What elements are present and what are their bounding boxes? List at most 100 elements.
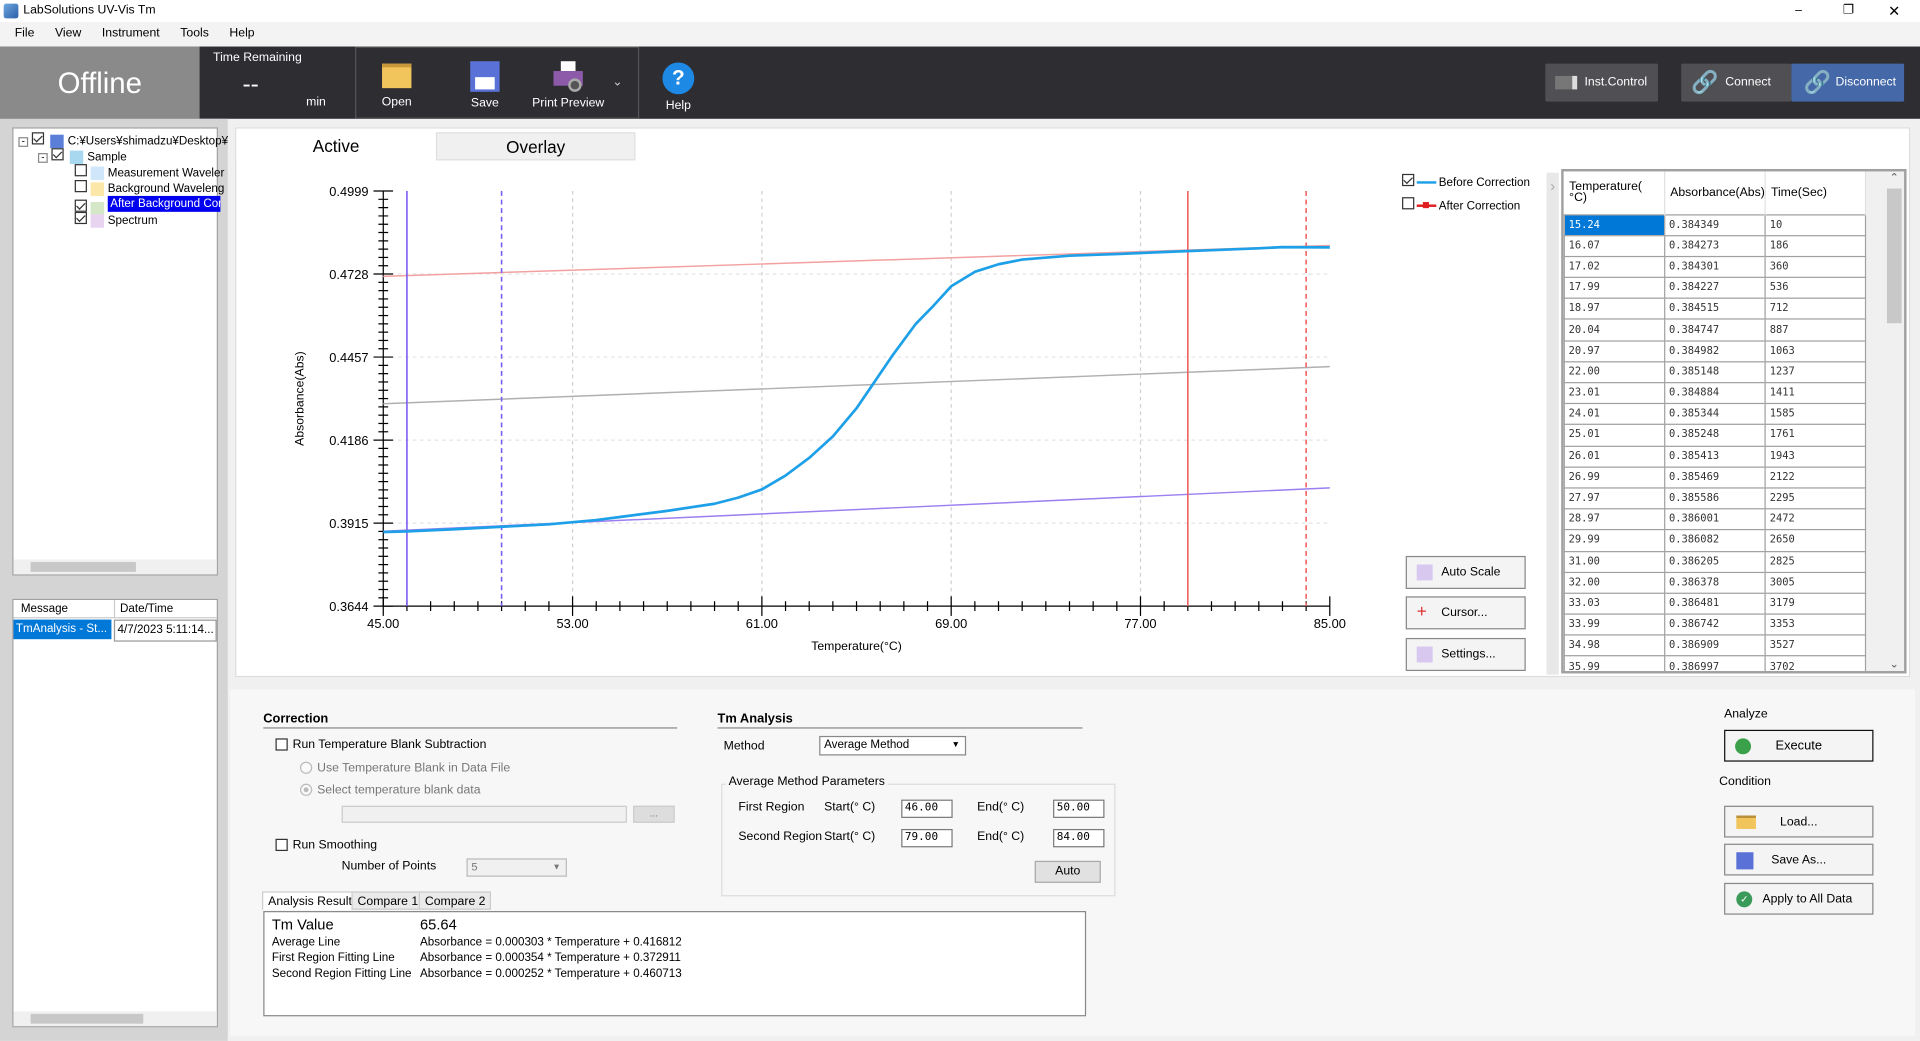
browse-button[interactable]: ... xyxy=(633,805,675,823)
temperature-cell[interactable]: 33.03 xyxy=(1563,592,1666,615)
table-row[interactable]: 35.99 0.386997 3702 xyxy=(1563,655,1867,672)
time-cell[interactable]: 1585 xyxy=(1764,403,1867,426)
time-cell[interactable]: 2295 xyxy=(1764,487,1867,510)
time-cell[interactable]: 10 xyxy=(1764,213,1867,236)
temperature-column-header[interactable]: Temperature( °C) xyxy=(1564,171,1666,215)
datetime-column-header[interactable]: Date/Time xyxy=(113,600,173,619)
temperature-cell[interactable]: 35.99 xyxy=(1563,655,1666,672)
table-row[interactable]: 23.01 0.384884 1411 xyxy=(1563,382,1867,405)
horizontal-scrollbar[interactable] xyxy=(13,1011,217,1027)
temperature-cell[interactable]: 23.01 xyxy=(1563,382,1666,405)
time-cell[interactable]: 536 xyxy=(1764,276,1867,300)
menu-file[interactable]: File xyxy=(15,27,35,40)
table-row[interactable]: 29.99 0.386082 2650 xyxy=(1563,529,1867,552)
absorbance-cell[interactable]: 0.385248 xyxy=(1664,424,1767,447)
temperature-cell[interactable]: 27.97 xyxy=(1563,487,1666,510)
temperature-cell[interactable]: 31.00 xyxy=(1563,550,1666,573)
time-cell[interactable]: 712 xyxy=(1764,297,1867,321)
disconnect-button[interactable]: 🔗 Disconnect xyxy=(1791,63,1905,102)
minimize-button[interactable]: – xyxy=(1795,0,1802,22)
open-button[interactable]: Open xyxy=(367,63,426,109)
time-cell[interactable]: 3702 xyxy=(1764,655,1867,672)
table-row[interactable]: 31.00 0.386205 2825 xyxy=(1563,550,1867,573)
temperature-cell[interactable]: 26.01 xyxy=(1563,445,1666,468)
absorbance-cell[interactable]: 0.384515 xyxy=(1664,297,1767,321)
tree-root-checkbox[interactable] xyxy=(31,132,44,145)
legend-after-correction[interactable]: After Correction xyxy=(1402,197,1530,213)
temperature-cell[interactable]: 20.97 xyxy=(1563,339,1666,363)
absorbance-column-header[interactable]: Absorbance(Abs) xyxy=(1664,171,1767,215)
second-end-input[interactable]: 84.00 xyxy=(1053,828,1105,848)
cursor-button[interactable]: + Cursor... xyxy=(1405,596,1526,630)
tab-compare-1[interactable]: Compare 1 xyxy=(351,891,425,910)
temperature-cell[interactable]: 24.01 xyxy=(1563,403,1666,426)
tree-item-checkbox[interactable] xyxy=(74,211,87,225)
time-cell[interactable]: 887 xyxy=(1764,318,1867,342)
temperature-cell[interactable]: 34.98 xyxy=(1563,634,1666,657)
table-row[interactable]: 26.01 0.385413 1943 xyxy=(1563,445,1867,468)
tree-item-checkbox[interactable] xyxy=(74,180,87,193)
time-cell[interactable]: 2122 xyxy=(1764,466,1867,489)
message-row[interactable]: TmAnalysis - St... 4/7/2023 5:11:14... xyxy=(13,619,217,642)
table-row[interactable]: 26.99 0.385469 2122 xyxy=(1563,466,1867,489)
table-row[interactable]: 16.07 0.384273 186 xyxy=(1563,234,1867,257)
absorbance-cell[interactable]: 0.384884 xyxy=(1664,382,1767,405)
temperature-cell[interactable]: 28.97 xyxy=(1563,508,1666,531)
maximize-button[interactable]: ❐ xyxy=(1843,0,1854,22)
table-row[interactable]: 18.97 0.384515 712 xyxy=(1563,297,1867,321)
absorbance-cell[interactable]: 0.385586 xyxy=(1664,487,1767,510)
time-cell[interactable]: 3005 xyxy=(1764,571,1867,594)
absorbance-cell[interactable]: 0.386997 xyxy=(1664,655,1767,672)
tab-compare-2[interactable]: Compare 2 xyxy=(418,891,492,910)
time-cell[interactable]: 3353 xyxy=(1764,613,1867,636)
save-button[interactable]: Save xyxy=(456,61,515,110)
table-row[interactable]: 17.02 0.384301 360 xyxy=(1563,255,1867,279)
method-select[interactable]: Average Method ▼ xyxy=(819,735,967,756)
legend-before-correction[interactable]: Before Correction xyxy=(1402,173,1530,197)
time-cell[interactable]: 186 xyxy=(1764,234,1867,257)
close-button[interactable]: ✕ xyxy=(1888,0,1900,22)
tm-chart[interactable]: 0.4999 0.4728 0.4457 0.4186 0.3915 0.3644 45.0… xyxy=(236,129,1546,679)
run-blank-checkbox[interactable]: Run Temperature Blank Subtraction xyxy=(275,738,486,752)
time-cell[interactable]: 1761 xyxy=(1764,424,1867,447)
tree-item[interactable]: Background Waveleng xyxy=(74,180,224,196)
first-start-input[interactable]: 46.00 xyxy=(901,799,953,818)
tree-item-checkbox[interactable] xyxy=(74,199,87,212)
tree-sample[interactable]: - Sample xyxy=(37,148,127,164)
table-row[interactable]: 33.99 0.386742 3353 xyxy=(1563,613,1867,636)
auto-scale-button[interactable]: Auto Scale xyxy=(1405,555,1526,589)
temperature-cell[interactable]: 15.24 xyxy=(1563,213,1666,236)
collapse-icon[interactable]: - xyxy=(18,137,29,147)
table-row[interactable]: 25.01 0.385248 1761 xyxy=(1563,424,1867,447)
absorbance-cell[interactable]: 0.384982 xyxy=(1664,339,1767,363)
absorbance-cell[interactable]: 0.386205 xyxy=(1664,550,1767,573)
menu-tools[interactable]: Tools xyxy=(180,27,209,40)
time-cell[interactable]: 1411 xyxy=(1764,382,1867,405)
settings-button[interactable]: Settings... xyxy=(1405,637,1526,672)
time-cell[interactable]: 1063 xyxy=(1764,339,1867,363)
use-blank-radio[interactable]: Use Temperature Blank in Data File xyxy=(300,762,510,775)
table-row[interactable]: 17.99 0.384227 536 xyxy=(1563,276,1867,300)
absorbance-cell[interactable]: 0.385413 xyxy=(1664,445,1767,468)
tree-item[interactable]: Measurement Waveler xyxy=(74,164,224,180)
temperature-cell[interactable]: 26.99 xyxy=(1563,466,1666,489)
load-button[interactable]: Load... xyxy=(1724,805,1874,838)
absorbance-cell[interactable]: 0.386742 xyxy=(1664,613,1767,636)
tree-root[interactable]: - C:¥Users¥shimadzu¥Desktop¥ xyxy=(18,132,228,148)
time-cell[interactable]: 3179 xyxy=(1764,592,1867,615)
temperature-cell[interactable]: 18.97 xyxy=(1563,297,1666,321)
tree-sample-checkbox[interactable] xyxy=(50,148,64,161)
absorbance-cell[interactable]: 0.386082 xyxy=(1664,529,1767,552)
absorbance-cell[interactable]: 0.384301 xyxy=(1664,255,1767,279)
time-cell[interactable]: 1943 xyxy=(1764,445,1867,468)
table-row[interactable]: 20.97 0.384982 1063 xyxy=(1563,339,1867,363)
tree-item[interactable]: Spectrum xyxy=(74,211,158,228)
absorbance-cell[interactable]: 0.386909 xyxy=(1664,634,1767,657)
absorbance-cell[interactable]: 0.385344 xyxy=(1664,403,1767,426)
legend-checkbox[interactable] xyxy=(1402,173,1415,187)
table-row[interactable]: 34.98 0.386909 3527 xyxy=(1563,634,1867,657)
absorbance-cell[interactable]: 0.385148 xyxy=(1664,360,1767,384)
time-cell[interactable]: 2472 xyxy=(1764,508,1867,531)
menu-instrument[interactable]: Instrument xyxy=(102,27,160,40)
absorbance-cell[interactable]: 0.384273 xyxy=(1664,234,1767,257)
